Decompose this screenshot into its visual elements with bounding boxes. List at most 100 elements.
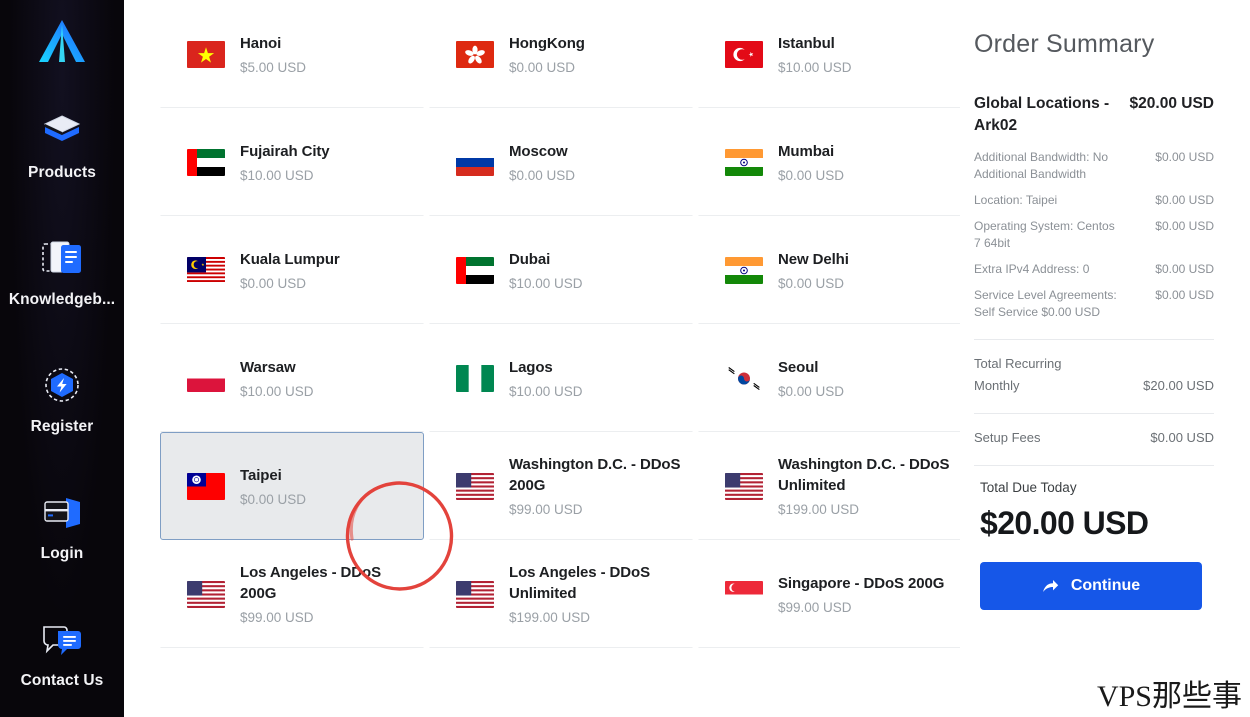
location-price: $10.00 USD bbox=[778, 59, 852, 75]
sidebar-item-login[interactable]: Login bbox=[0, 463, 124, 590]
location-price: $0.00 USD bbox=[240, 275, 307, 291]
summary-config-rows: Additional Bandwidth: No Additional Band… bbox=[974, 149, 1214, 321]
location-price: $199.00 USD bbox=[509, 610, 591, 625]
location-cell[interactable]: Warsaw $10.00 USD bbox=[160, 324, 424, 432]
location-price: $10.00 USD bbox=[240, 383, 314, 399]
location-price: $0.00 USD bbox=[778, 383, 845, 399]
location-name: Singapore - DDoS 200G bbox=[778, 574, 945, 592]
sidebar-item-label: Products bbox=[28, 164, 96, 181]
location-name: Seoul bbox=[778, 358, 819, 376]
summary-divider-3 bbox=[974, 465, 1214, 466]
continue-button[interactable]: Continue bbox=[980, 562, 1202, 610]
config-label: Service Level Agreements: Self Service $… bbox=[974, 288, 1117, 319]
location-price: $5.00 USD bbox=[240, 59, 307, 75]
summary-divider-1 bbox=[974, 339, 1214, 340]
total-due-today-amount: $20.00 USD bbox=[980, 505, 1149, 541]
summary-recurring-block: Total Recurring Monthly $20.00 USD bbox=[974, 354, 1214, 395]
recurring-value: $20.00 USD bbox=[1143, 378, 1214, 393]
sidebar-item-register[interactable]: Register bbox=[0, 336, 124, 463]
location-cell[interactable]: Los Angeles - DDoS Unlimited $199.00 USD bbox=[429, 540, 693, 648]
continue-button-label: Continue bbox=[1070, 577, 1141, 594]
summary-config-row: Operating System: Centos 7 64bit $0.00 US… bbox=[974, 218, 1214, 252]
location-picker: $10.00 USD $10.00 USD $0.00 USD Hanoi $5.00 … bbox=[124, 0, 960, 717]
flag-icon-tw bbox=[187, 472, 225, 500]
login-card-icon bbox=[40, 490, 84, 534]
flag-icon-ae bbox=[456, 256, 494, 284]
location-cell[interactable]: New Delhi $0.00 USD bbox=[698, 216, 960, 324]
summary-config-row: Extra IPv4 Address: 0 $0.00 USD bbox=[974, 261, 1214, 278]
setup-fees-value: $0.00 USD bbox=[1150, 430, 1214, 445]
config-value: $0.00 USD bbox=[1155, 193, 1214, 207]
location-price: $0.00 USD bbox=[778, 275, 845, 291]
flag-icon-us bbox=[725, 472, 763, 500]
sidebar-item-knowledgeb[interactable]: Knowledgeb... bbox=[0, 209, 124, 336]
flag-icon-kr bbox=[725, 364, 763, 392]
location-name: Los Angeles - DDoS Unlimited bbox=[509, 564, 650, 602]
checkout-page: Products Knowledgeb... Register Login Contac… bbox=[0, 0, 1250, 717]
flag-icon-us bbox=[456, 580, 494, 608]
sidebar-nav: Products Knowledgeb... Register Login Contac… bbox=[0, 0, 124, 717]
location-cell[interactable]: Washington D.C. - DDoS Unlimited $199.00 … bbox=[698, 432, 960, 540]
register-badge-icon bbox=[41, 363, 83, 407]
location-cell[interactable]: Singapore - DDoS 200G $99.00 USD bbox=[698, 540, 960, 648]
location-name: Kuala Lumpur bbox=[240, 250, 340, 268]
location-cell[interactable]: Washington D.C. - DDoS 200G $99.00 USD bbox=[429, 432, 693, 540]
location-name: Lagos bbox=[509, 358, 553, 376]
sidebar-item-label: Login bbox=[40, 545, 84, 562]
order-summary-title: Order Summary bbox=[974, 30, 1155, 58]
location-cell[interactable]: Hanoi $5.00 USD bbox=[160, 0, 424, 108]
location-name: Fujairah City bbox=[240, 142, 330, 160]
summary-config-row: Location: Taipei $0.00 USD bbox=[974, 192, 1214, 209]
flag-icon-tr bbox=[725, 40, 763, 68]
config-label: Operating System: Centos 7 64bit bbox=[974, 219, 1115, 250]
flag-icon-ae bbox=[187, 148, 225, 176]
location-name: Istanbul bbox=[778, 34, 835, 52]
location-name: Moscow bbox=[509, 142, 568, 160]
share-arrow-icon bbox=[1042, 579, 1059, 594]
order-summary-panel: Order Summary Global Locations - Ark02 $… bbox=[960, 0, 1250, 717]
total-due-today-label: Total Due Today bbox=[980, 480, 1077, 495]
location-price: $99.00 USD bbox=[240, 610, 314, 625]
layers-icon bbox=[41, 109, 83, 153]
config-value: $0.00 USD bbox=[1155, 150, 1214, 164]
location-cell[interactable]: Fujairah City $10.00 USD bbox=[160, 108, 424, 216]
summary-product-row: Global Locations - Ark02 $20.00 USD bbox=[974, 93, 1214, 137]
config-value: $0.00 USD bbox=[1155, 262, 1214, 276]
location-name: Los Angeles - DDoS 200G bbox=[240, 564, 381, 602]
flag-icon-sg bbox=[725, 580, 763, 608]
recurring-label-top: Total Recurring bbox=[974, 356, 1062, 371]
flag-icon-vn bbox=[187, 40, 225, 68]
location-cell[interactable]: Kuala Lumpur $0.00 USD bbox=[160, 216, 424, 324]
location-price: $0.00 USD bbox=[778, 167, 845, 183]
location-cell[interactable]: HongKong $0.00 USD bbox=[429, 0, 693, 108]
location-name: Dubai bbox=[509, 250, 551, 268]
sidebar-item-products[interactable]: Products bbox=[0, 82, 124, 209]
location-cell[interactable]: Moscow $0.00 USD bbox=[429, 108, 693, 216]
watermark: VPS那些事 bbox=[1096, 680, 1242, 713]
config-label: Location: Taipei bbox=[974, 193, 1058, 207]
recurring-label-bottom: Monthly bbox=[974, 378, 1020, 393]
location-cell[interactable]: Mumbai $0.00 USD bbox=[698, 108, 960, 216]
location-cell[interactable]: Dubai $10.00 USD bbox=[429, 216, 693, 324]
config-value: $0.00 USD bbox=[1155, 288, 1214, 302]
location-price: $199.00 USD bbox=[778, 502, 860, 517]
summary-config-row: Additional Bandwidth: No Additional Band… bbox=[974, 149, 1214, 183]
flag-icon-ru bbox=[456, 148, 494, 176]
config-label: Additional Bandwidth: No Additional Band… bbox=[974, 150, 1109, 181]
location-cell[interactable]: Istanbul $10.00 USD bbox=[698, 0, 960, 108]
flag-icon-us bbox=[187, 580, 225, 608]
location-cell[interactable]: Los Angeles - DDoS 200G $99.00 USD bbox=[160, 540, 424, 648]
location-cell[interactable]: Seoul $0.00 USD bbox=[698, 324, 960, 432]
sidebar-item-label: Knowledgeb... bbox=[8, 291, 116, 308]
location-name: Hanoi bbox=[240, 34, 282, 52]
location-name: Warsaw bbox=[240, 358, 296, 376]
config-label: Extra IPv4 Address: 0 bbox=[974, 262, 1090, 276]
config-value: $0.00 USD bbox=[1155, 219, 1214, 233]
location-cell[interactable]: Lagos $10.00 USD bbox=[429, 324, 693, 432]
sidebar-item-contact-us[interactable]: Contact Us bbox=[0, 590, 124, 717]
summary-product-price: $20.00 USD bbox=[1129, 95, 1214, 112]
site-logo[interactable] bbox=[0, 0, 124, 82]
sidebar-item-label: Contact Us bbox=[20, 672, 104, 689]
location-cell[interactable]: Taipei $0.00 USD bbox=[160, 432, 424, 540]
flag-icon-us bbox=[456, 472, 494, 500]
